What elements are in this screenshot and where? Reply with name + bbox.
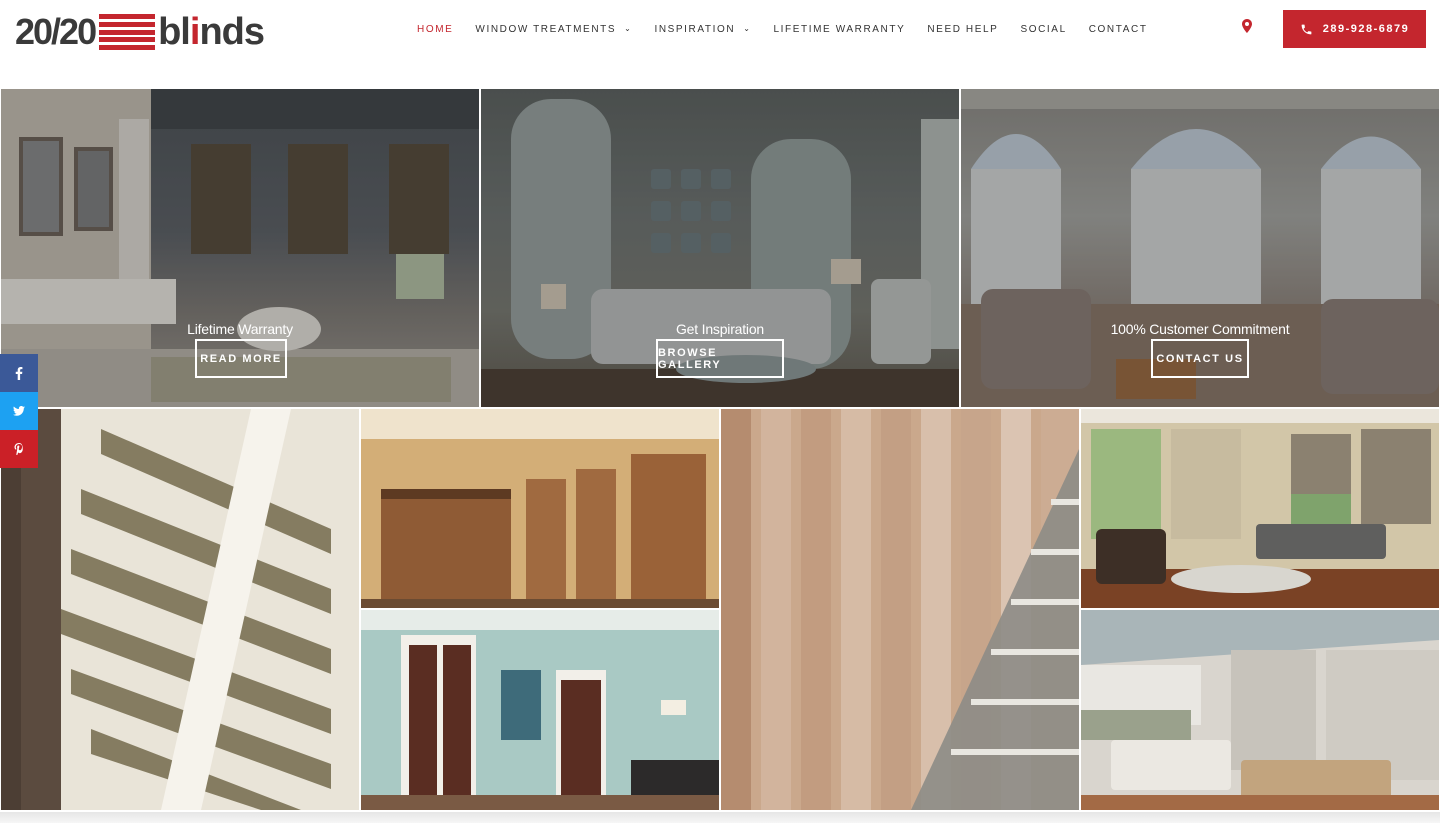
main-nav: HOME WINDOW TREATMENTS ⌄ INSPIRATION ⌄ LIF… [417,24,1170,36]
logo-word: blinds [158,11,265,53]
gallery-image-woven-shades[interactable] [361,409,719,608]
nav-contact[interactable]: CONTACT [1089,24,1148,36]
phone-number: 289-928-6879 [1322,23,1410,35]
gallery-image-vertical-blinds[interactable] [721,409,1079,810]
pinterest-share-button[interactable] [0,430,38,468]
panel-track-photo [1081,409,1439,608]
footer-edge [0,812,1440,823]
shutters-photo [361,610,719,810]
gallery-image-zebra-shade[interactable] [1,409,359,810]
social-share-bar [0,354,38,468]
chevron-down-icon: ⌄ [743,24,752,33]
vertical-blinds-photo [721,409,1079,810]
zebra-shade-photo [1,409,359,810]
phone-icon [1301,24,1312,34]
panel-caption: Lifetime Warranty [187,321,293,337]
gallery-image-panel-track[interactable] [1081,409,1439,608]
twitter-icon [13,406,25,416]
nav-inspiration[interactable]: INSPIRATION ⌄ [654,24,751,36]
panel-caption: Get Inspiration [675,321,765,337]
facebook-icon [15,366,23,380]
hero-panel-warranty: Lifetime Warranty READ MORE [1,89,479,407]
site-logo[interactable]: 20/20 blinds [15,11,265,53]
nav-home[interactable]: HOME [417,24,453,36]
nav-need-help[interactable]: NEED HELP [927,24,998,36]
map-pin-icon[interactable] [1242,19,1252,33]
gallery-image-patio-shades[interactable] [1081,610,1439,810]
logo-stripes-icon [99,14,156,50]
patio-shades-photo [1081,610,1439,810]
browse-gallery-button[interactable]: BROWSE GALLERY [656,339,784,378]
hero-panel-commitment: 100% Customer Commitment CONTACT US [961,89,1439,407]
chevron-down-icon: ⌄ [624,24,633,33]
facebook-share-button[interactable] [0,354,38,392]
site-header: 20/20 blinds HOME WINDOW TREATMENTS ⌄ INS… [0,0,1440,88]
woven-shades-photo [361,409,719,608]
panel-caption: 100% Customer Commitment [1110,321,1290,337]
pinterest-icon [14,443,23,455]
gallery-image-shutters[interactable] [361,610,719,810]
read-more-button[interactable]: READ MORE [195,339,287,378]
logo-number: 20/20 [15,11,97,52]
hero-panel-inspiration: Get Inspiration BROWSE GALLERY [481,89,959,407]
nav-lifetime-warranty[interactable]: LIFETIME WARRANTY [774,24,906,36]
nav-social[interactable]: SOCIAL [1020,24,1066,36]
nav-window-treatments[interactable]: WINDOW TREATMENTS ⌄ [475,24,632,36]
twitter-share-button[interactable] [0,392,38,430]
contact-us-button[interactable]: CONTACT US [1151,339,1249,378]
phone-button[interactable]: 289-928-6879 [1283,10,1426,48]
